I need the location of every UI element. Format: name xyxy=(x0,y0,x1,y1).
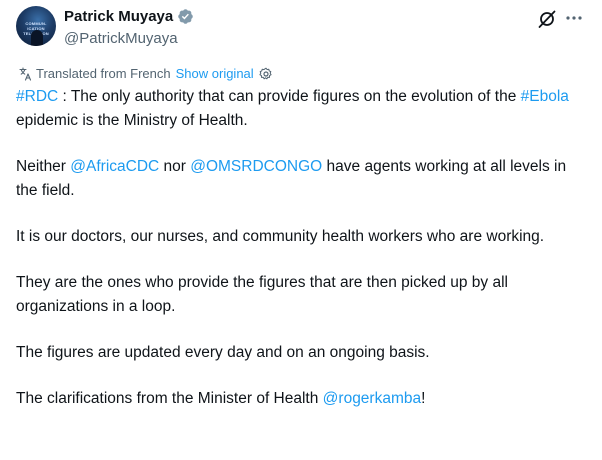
tweet-text: #RDC : The only authority that can provi… xyxy=(16,85,586,433)
mention-rogerkamba[interactable]: @rogerkamba xyxy=(323,390,421,407)
tweet-paragraph: It is our doctors, our nurses, and commu… xyxy=(16,228,545,245)
tweet-text-span: : The only authority that can provide fi… xyxy=(58,88,521,105)
tweet-paragraph: The clarifications from the Minister of … xyxy=(16,387,586,411)
tweet-text-span: ! xyxy=(421,390,426,407)
verified-badge-icon[interactable] xyxy=(177,8,194,25)
translation-notice: Translated from French Show original xyxy=(18,66,273,81)
tweet-paragraph: They are the ones who provide the figure… xyxy=(16,274,508,315)
mention-africacdc[interactable]: @AfricaCDC xyxy=(70,158,159,175)
avatar-figure xyxy=(31,30,43,46)
author-avatar[interactable]: COMMUN-ICATIONTELEVISION xyxy=(16,6,56,46)
author-display-name[interactable]: Patrick Muyaya xyxy=(64,8,173,25)
grok-icon[interactable] xyxy=(537,9,557,29)
gear-icon[interactable] xyxy=(259,67,273,81)
hashtag-rdc[interactable]: #RDC xyxy=(16,88,58,105)
translated-label: Translated from French xyxy=(36,66,171,81)
tweet-text-span: epidemic is the Ministry of Health. xyxy=(16,112,248,129)
tweet-text-span: The clarifications from the Minister of … xyxy=(16,390,323,407)
tweet-paragraph: Neither @AfricaCDC nor @OMSRDCONGO have … xyxy=(16,155,586,203)
more-options-icon[interactable] xyxy=(564,8,584,28)
author-handle[interactable]: @PatrickMuyaya xyxy=(64,30,178,47)
show-original-link[interactable]: Show original xyxy=(176,66,254,81)
author-name-row: Patrick Muyaya xyxy=(64,8,194,25)
tweet-text-span: nor xyxy=(159,158,191,175)
translate-icon xyxy=(18,66,32,81)
tweet-paragraph: #RDC : The only authority that can provi… xyxy=(16,85,586,133)
mention-omsrdcongo[interactable]: @OMSRDCONGO xyxy=(190,158,322,175)
tweet-paragraph: The figures are updated every day and on… xyxy=(16,344,430,361)
hashtag-ebola[interactable]: #Ebola xyxy=(521,88,569,105)
tweet-text-span: Neither xyxy=(16,158,71,175)
